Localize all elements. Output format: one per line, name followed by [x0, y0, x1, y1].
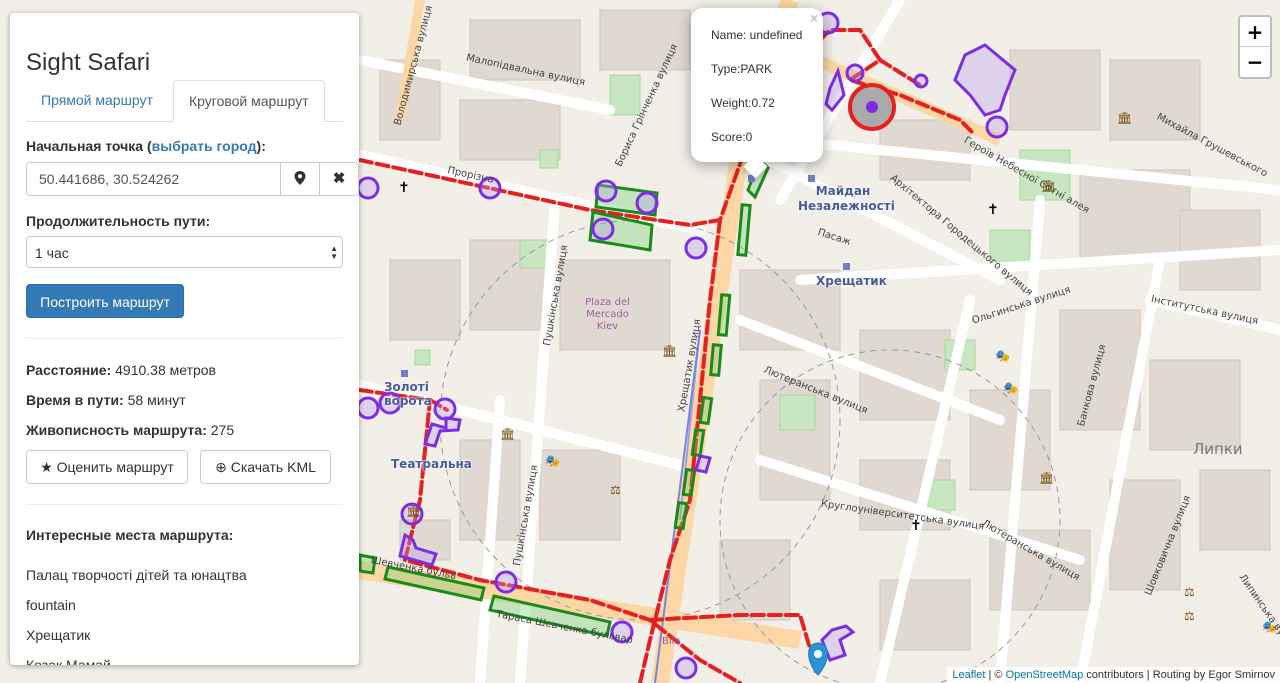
map-marker-icon [294, 171, 306, 185]
popup-weight: Weight:0.72 [711, 96, 775, 110]
tab-circular-route[interactable]: Круговой маршрут [173, 80, 325, 122]
scenic-stat: Живописность маршрута: 275 [26, 422, 235, 438]
route-tabs: Прямой маршрут Круговой маршрут [10, 80, 359, 122]
choose-city-link[interactable]: выбрать город [152, 138, 257, 154]
svg-text:✝: ✝ [987, 202, 999, 218]
poi-list-item: Козак Мамай [26, 657, 111, 665]
map-label-lypky: Липки [1193, 440, 1243, 458]
tab-direct-route[interactable]: Прямой маршрут [26, 80, 168, 121]
map-label-maidan: Майдан Незалежності [798, 184, 895, 213]
svg-text:🏛: 🏛 [500, 427, 515, 441]
popup-close-button[interactable]: × [810, 10, 818, 26]
zoom-out-button[interactable]: − [1240, 47, 1270, 77]
svg-text:⚖: ⚖ [1184, 609, 1195, 623]
side-panel: Sight Safari Прямой маршрут Круговой мар… [10, 13, 359, 665]
map-attribution: Leaflet | © OpenStreetMap contributors |… [947, 667, 1280, 683]
rate-route-button[interactable]: ★ Оценить маршрут [26, 450, 188, 484]
duration-select[interactable]: 1 час ▲ ▼ [26, 236, 343, 268]
svg-text:🎭: 🎭 [1003, 381, 1018, 395]
app-title: Sight Safari [26, 49, 151, 76]
svg-text:🎭: 🎭 [995, 349, 1010, 363]
locate-button[interactable] [280, 162, 320, 196]
svg-text:🏛: 🏛 [406, 504, 421, 518]
osm-link[interactable]: OpenStreetMap [1006, 669, 1084, 681]
popup-name: Name: undefined [711, 28, 803, 42]
map-label-khreshchatyk-metro: Хрещатик [816, 274, 887, 288]
duration-label: Продолжительность пути: [26, 213, 211, 229]
download-kml-button[interactable]: ⊕ Скачать KML [200, 450, 331, 484]
poi-list-item: Палац творчості дітей та юнацтва [26, 567, 247, 583]
start-point-label: Начальная точка (выбрать город): [26, 138, 266, 154]
svg-text:✝: ✝ [398, 180, 410, 196]
star-icon: ★ [40, 459, 53, 475]
map-label-bessarab: Bila [662, 636, 681, 647]
svg-text:⚖: ⚖ [610, 483, 621, 497]
distance-stat: Расстояние: 4910.38 метров [26, 362, 216, 378]
map-label-zoloti-vorota: Золоті ворота [384, 380, 432, 408]
svg-text:🎭: 🎭 [545, 454, 560, 468]
poi-heading: Интересные места маршрута: [26, 527, 234, 543]
map-label-plaza: Plaza del Mercado Kiev [585, 297, 630, 332]
start-point-group: 50.441686, 30.524262 ✖ [26, 162, 359, 196]
download-icon: ⊕ [215, 459, 227, 475]
start-point-input[interactable]: 50.441686, 30.524262 [26, 162, 292, 196]
poi-list-item: Хрещатик [26, 627, 91, 643]
svg-text:🏛: 🏛 [662, 344, 677, 358]
svg-text:🏛: 🏛 [1117, 111, 1132, 125]
map-label-teatralna: Театральна [391, 457, 472, 471]
svg-text:🏛: 🏛 [1039, 471, 1054, 485]
select-arrows-icon: ▲ ▼ [330, 244, 338, 261]
poi-list-item: fountain [26, 597, 76, 613]
build-route-button[interactable]: Построить маршрут [26, 284, 184, 318]
close-icon: ✖ [332, 170, 346, 187]
popup-type: Type:PARK [711, 62, 773, 76]
poi-popup: × Name: undefined Type:PARK Weight:0.72 … [691, 8, 823, 179]
svg-text:⚖: ⚖ [1184, 585, 1195, 599]
clear-button[interactable]: ✖ [319, 162, 359, 196]
leaflet-link[interactable]: Leaflet [952, 669, 985, 681]
zoom-in-button[interactable]: + [1240, 17, 1270, 47]
zoom-control: + − [1238, 15, 1272, 79]
time-stat: Время в пути: 58 минут [26, 392, 186, 408]
popup-score: Score:0 [711, 130, 753, 144]
